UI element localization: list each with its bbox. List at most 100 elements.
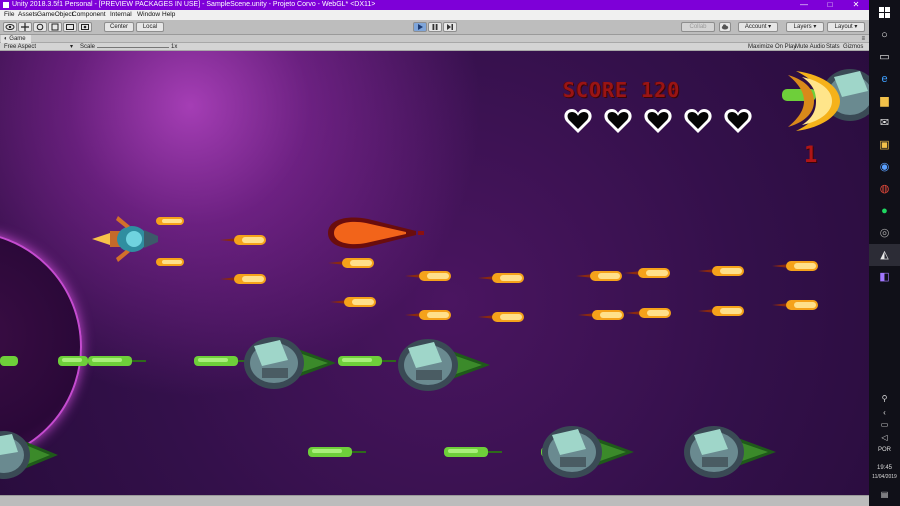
pivot-toggle[interactable]: Center	[104, 22, 134, 32]
collab-label: Collab	[689, 24, 707, 30]
heart-icon	[604, 109, 632, 133]
steam-taskbar-item[interactable]: ◎	[869, 222, 900, 244]
language-indicator[interactable]: POR	[869, 447, 900, 453]
drill-enemy	[542, 426, 634, 478]
bullet	[772, 300, 818, 310]
rect-tool-button[interactable]	[63, 22, 77, 32]
volume-icon[interactable]: ◁	[869, 433, 900, 442]
health-hearts	[564, 108, 759, 136]
scale-tool-button[interactable]	[48, 22, 62, 32]
space-toggle[interactable]: Local	[136, 22, 164, 32]
notifications-icon[interactable]: ▤	[869, 490, 900, 499]
menu-assets[interactable]: Assets	[18, 10, 38, 20]
cloud-button[interactable]	[719, 22, 731, 32]
bullet	[698, 306, 744, 316]
close-button[interactable]: ✕	[843, 0, 869, 10]
step-button[interactable]	[443, 22, 457, 32]
bullet	[578, 310, 624, 320]
scale-slider[interactable]	[97, 47, 169, 48]
stats-toggle[interactable]: Stats	[826, 43, 840, 51]
clock-date[interactable]: 11/04/2019	[869, 474, 900, 480]
maximize-on-play-toggle[interactable]: Maximize On Play	[748, 43, 796, 51]
pause-icon	[432, 24, 438, 30]
layout-dropdown[interactable]: Layout ▾	[827, 22, 865, 32]
pause-button[interactable]	[428, 22, 442, 32]
edge-taskbar-item[interactable]: e	[869, 68, 900, 90]
unity-logo-icon	[3, 2, 9, 8]
start-button[interactable]	[869, 2, 900, 24]
move-tool-button[interactable]	[18, 22, 32, 32]
heart-icon	[644, 109, 672, 133]
game-tab-label: Game	[9, 36, 26, 42]
main-toolbar: Center Local Collab Account ▾ Layers ▾ L…	[0, 20, 869, 35]
status-bar	[0, 495, 869, 506]
spotify-icon: ●	[881, 205, 888, 217]
windows-taskbar: ○ ▭ e ▆ ✉ ▣ ◉ ◍ ● ◎ ◭ ◧ ⚲ ‹ ▭ ◁ POR 19:4…	[869, 0, 900, 506]
game-tab-header: ◐ Game ≡	[0, 35, 869, 43]
enemy-bullet	[308, 447, 366, 457]
charged-shot	[328, 217, 424, 249]
window-title: Unity 2018.3.5f1 Personal - [PREVIEW PAC…	[12, 1, 376, 8]
edge-icon: e	[881, 73, 888, 85]
bullet	[478, 312, 524, 322]
visual-studio-taskbar-item[interactable]: ◧	[869, 266, 900, 288]
cloud-icon	[721, 24, 729, 30]
store-taskbar-item[interactable]: ▣	[869, 134, 900, 156]
account-dropdown[interactable]: Account ▾	[738, 22, 778, 32]
heart-icon	[684, 109, 712, 133]
menu-file[interactable]: File	[4, 10, 14, 20]
clock-time[interactable]: 19:45	[869, 465, 900, 471]
bullet	[330, 297, 376, 307]
people-icon[interactable]: ⚲	[869, 394, 900, 403]
search-button[interactable]: ○	[869, 24, 900, 46]
mute-audio-toggle[interactable]: Mute Audio	[795, 43, 825, 51]
rotate-tool-button[interactable]	[33, 22, 47, 32]
spotify-taskbar-item[interactable]: ●	[869, 200, 900, 222]
bullet	[772, 261, 818, 271]
mail-taskbar-item[interactable]: ✉	[869, 112, 900, 134]
windows-logo-icon	[879, 7, 890, 18]
game-tab-icon: ◐	[4, 36, 8, 42]
menu-bar: File Assets GameObject Component Interna…	[0, 10, 869, 20]
folder-icon: ▆	[880, 95, 889, 107]
aspect-chevron-icon[interactable]: ▾	[70, 43, 73, 51]
tab-menu-icon[interactable]: ≡	[861, 35, 865, 43]
task-view-icon: ▭	[879, 51, 890, 63]
visual-studio-icon: ◧	[879, 271, 890, 283]
task-view-button[interactable]: ▭	[869, 46, 900, 68]
play-button[interactable]	[413, 22, 427, 32]
unity-editor-window: Unity 2018.3.5f1 Personal - [PREVIEW PAC…	[0, 0, 869, 506]
scale-icon	[51, 23, 59, 31]
chrome-taskbar-item[interactable]: ◍	[869, 178, 900, 200]
aspect-dropdown[interactable]: Free Aspect	[4, 43, 36, 51]
explorer-taskbar-item[interactable]: ▆	[869, 90, 900, 112]
step-icon	[447, 24, 453, 30]
game-view[interactable]: SCORE 120 1	[0, 51, 869, 495]
play-icon	[418, 24, 423, 30]
menu-help[interactable]: Help	[162, 10, 175, 20]
enemy-bullet	[338, 356, 396, 366]
score-display: SCORE 120	[563, 78, 680, 102]
collab-button[interactable]: Collab	[681, 22, 715, 32]
drill-enemy	[244, 337, 336, 389]
menu-gameobject[interactable]: GameObject	[37, 10, 74, 20]
unity-taskbar-item[interactable]: ◭	[869, 244, 900, 266]
app-taskbar-item[interactable]: ◉	[869, 156, 900, 178]
enemy-bullet	[0, 356, 18, 366]
space-label: Local	[142, 24, 158, 30]
lives-counter: 1	[804, 143, 818, 168]
hand-tool-button[interactable]	[3, 22, 17, 32]
tab-game[interactable]: ◐ Game	[1, 35, 31, 43]
menu-window[interactable]: Window	[137, 10, 160, 20]
menu-component[interactable]: Component	[72, 10, 106, 20]
layers-label: Layers	[793, 24, 812, 30]
gizmos-dropdown[interactable]: Gizmos	[843, 43, 863, 51]
layers-dropdown[interactable]: Layers ▾	[786, 22, 824, 32]
minimize-button[interactable]: —	[791, 0, 817, 10]
network-icon[interactable]: ▭	[869, 420, 900, 429]
tray-chevron-icon[interactable]: ‹	[869, 408, 900, 417]
transform-tool-button[interactable]	[78, 22, 92, 32]
menu-internal[interactable]: Internal	[110, 10, 132, 20]
bullet	[328, 258, 374, 268]
maximize-button[interactable]: □	[817, 0, 843, 10]
